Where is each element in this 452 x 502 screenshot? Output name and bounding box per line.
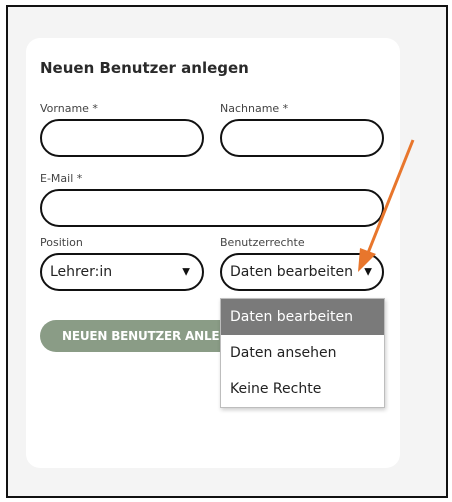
vorname-input[interactable] (40, 119, 204, 157)
email-input[interactable] (40, 189, 384, 227)
rights-select[interactable]: Daten bearbeiten ▼ (220, 253, 384, 291)
rights-dropdown-menu: Daten bearbeiten Daten ansehen Keine Rec… (220, 298, 385, 408)
nachname-input[interactable] (220, 119, 384, 157)
vorname-label: Vorname * (40, 102, 98, 115)
dropdown-option-view[interactable]: Daten ansehen (221, 335, 384, 371)
rights-label: Benutzerrechte (220, 236, 305, 249)
position-selected-value: Lehrer:in (50, 264, 113, 280)
caret-down-icon: ▼ (364, 266, 372, 278)
position-label: Position (40, 236, 83, 249)
create-user-button[interactable]: NEUEN BENUTZER ANLEGEN (40, 320, 240, 352)
nachname-label: Nachname * (220, 102, 289, 115)
caret-down-icon: ▼ (182, 266, 190, 278)
email-label: E-Mail * (40, 172, 83, 185)
rights-selected-value: Daten bearbeiten (230, 264, 353, 280)
dropdown-option-edit[interactable]: Daten bearbeiten (221, 299, 384, 335)
position-select[interactable]: Lehrer:in ▼ (40, 253, 204, 291)
dropdown-option-none[interactable]: Keine Rechte (221, 371, 384, 407)
form-title: Neuen Benutzer anlegen (40, 59, 249, 77)
